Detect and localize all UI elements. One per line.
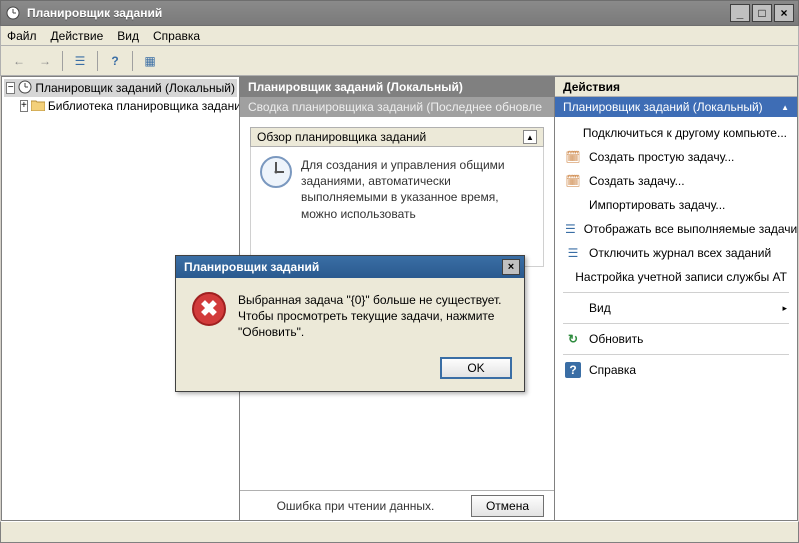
menu-bar: Файл Действие Вид Справка	[0, 26, 799, 46]
chevron-right-icon: ▸	[782, 303, 787, 314]
action-create-task[interactable]: 🗓 Создать задачу...	[555, 169, 797, 193]
grid-icon: ☰	[75, 54, 86, 68]
separator	[97, 51, 98, 71]
arrow-right-icon: →	[39, 54, 51, 68]
error-icon: ✖	[192, 292, 226, 326]
action-refresh[interactable]: ↻ Обновить	[555, 327, 797, 351]
overview-text: Для создания и управления общими задания…	[301, 158, 505, 221]
action-label: Обновить	[589, 332, 643, 346]
action-label: Подключиться к другому компьюте...	[583, 126, 787, 140]
action-disable-history[interactable]: ☰ Отключить журнал всех заданий	[555, 241, 797, 265]
collapse-icon[interactable]: −	[6, 82, 15, 94]
refresh-icon: ↻	[565, 331, 581, 347]
dialog-titlebar[interactable]: Планировщик заданий ×	[176, 256, 524, 278]
overview-title: Обзор планировщика заданий	[257, 130, 426, 144]
tree-library-label: Библиотека планировщика заданий	[48, 99, 240, 113]
dialog-text: Выбранная задача "{0}" больше не существ…	[238, 292, 508, 341]
clock-icon	[259, 155, 293, 189]
folder-icon	[31, 99, 45, 114]
separator	[563, 292, 789, 293]
clock-icon	[18, 80, 32, 97]
center-subheader: Сводка планировщика заданий (Последнее о…	[240, 97, 554, 117]
dialog-body: ✖ Выбранная задача "{0}" больше не сущес…	[176, 278, 524, 351]
actions-panel-title-label: Планировщик заданий (Локальный)	[563, 100, 763, 114]
action-show-running[interactable]: ☰ Отображать все выполняемые задачи	[555, 217, 797, 241]
overview-titlebar[interactable]: Обзор планировщика заданий ▲	[250, 127, 544, 147]
dialog-buttons: OK	[176, 351, 524, 391]
action-import[interactable]: Импортировать задачу...	[555, 193, 797, 217]
menu-file[interactable]: Файл	[7, 29, 37, 43]
center-footer: Ошибка при чтении данных. Отмена	[240, 490, 554, 520]
menu-help[interactable]: Справка	[153, 29, 200, 43]
footer-error-text: Ошибка при чтении данных.	[250, 499, 461, 513]
tree-root[interactable]: − Планировщик заданий (Локальный)	[4, 79, 237, 97]
up-button[interactable]: ☰	[68, 50, 92, 72]
center-header: Планировщик заданий (Локальный)	[240, 77, 554, 97]
separator	[132, 51, 133, 71]
action-label: Отключить журнал всех заданий	[589, 246, 771, 260]
clock-icon	[5, 5, 21, 21]
help-button[interactable]: ?	[103, 50, 127, 72]
blank-icon	[565, 300, 581, 316]
cancel-button[interactable]: Отмена	[471, 495, 544, 517]
action-label: Импортировать задачу...	[589, 198, 725, 212]
help-icon: ?	[111, 54, 118, 68]
status-bar	[0, 521, 799, 543]
action-label: Отображать все выполняемые задачи	[584, 222, 797, 236]
window-title: Планировщик заданий	[27, 6, 730, 20]
overview-body: Для создания и управления общими задания…	[250, 147, 544, 267]
action-label: Создать задачу...	[589, 174, 685, 188]
back-button[interactable]: ←	[7, 50, 31, 72]
action-label: Вид	[589, 301, 611, 315]
forward-button[interactable]: →	[33, 50, 57, 72]
separator	[563, 323, 789, 324]
blank-icon	[565, 269, 567, 285]
action-label: Справка	[589, 363, 636, 377]
pane-icon: ▦	[144, 54, 155, 68]
maximize-button[interactable]: □	[752, 4, 772, 22]
chevron-up-icon[interactable]: ▲	[523, 130, 537, 144]
actions-list: Подключиться к другому компьюте... 🗓 Созд…	[555, 117, 797, 386]
calendar-icon: 🗓	[565, 149, 581, 165]
menu-action[interactable]: Действие	[51, 29, 104, 43]
chevron-up-icon: ▲	[781, 103, 789, 112]
tree-root-label: Планировщик заданий (Локальный)	[35, 81, 235, 95]
blank-icon	[565, 197, 581, 213]
blank-icon	[565, 125, 575, 141]
action-connect[interactable]: Подключиться к другому компьюте...	[555, 121, 797, 145]
ok-button[interactable]: OK	[440, 357, 512, 379]
action-at-account[interactable]: Настройка учетной записи службы AT	[555, 265, 797, 289]
separator	[62, 51, 63, 71]
tree-library[interactable]: + Библиотека планировщика заданий	[4, 97, 237, 115]
actions-header: Действия	[555, 77, 797, 97]
toolbar: ← → ☰ ? ▦	[0, 46, 799, 76]
arrow-left-icon: ←	[13, 54, 25, 68]
separator	[563, 354, 789, 355]
actions-panel: Действия Планировщик заданий (Локальный)…	[555, 77, 797, 520]
list-icon: ☰	[565, 245, 581, 261]
action-label: Настройка учетной записи службы AT	[575, 270, 787, 284]
action-label: Создать простую задачу...	[589, 150, 734, 164]
minimize-button[interactable]: _	[730, 4, 750, 22]
expand-icon[interactable]: +	[20, 100, 28, 112]
action-view-submenu[interactable]: Вид ▸	[555, 296, 797, 320]
close-button[interactable]: ×	[774, 4, 794, 22]
error-dialog: Планировщик заданий × ✖ Выбранная задача…	[175, 255, 525, 392]
window-titlebar: Планировщик заданий _ □ ×	[0, 0, 799, 26]
view-button[interactable]: ▦	[138, 50, 162, 72]
dialog-title: Планировщик заданий	[184, 260, 319, 274]
actions-panel-title[interactable]: Планировщик заданий (Локальный) ▲	[555, 97, 797, 117]
help-icon: ?	[565, 362, 581, 378]
menu-view[interactable]: Вид	[117, 29, 139, 43]
action-create-basic[interactable]: 🗓 Создать простую задачу...	[555, 145, 797, 169]
dialog-close-button[interactable]: ×	[502, 259, 520, 275]
action-help[interactable]: ? Справка	[555, 358, 797, 382]
list-icon: ☰	[565, 221, 576, 237]
calendar-icon: 🗓	[565, 173, 581, 189]
